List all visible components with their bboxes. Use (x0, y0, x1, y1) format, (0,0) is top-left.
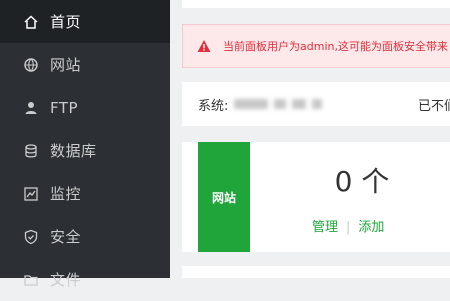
sidebar-item-label: 网站 (50, 56, 82, 74)
ftp-user-icon (22, 99, 40, 117)
redacted-system-name (234, 99, 269, 109)
system-status-text: 已不们 (418, 98, 450, 114)
security-warning-alert: 当前面板用户为admin,这可能为面板安全带来 (182, 24, 450, 68)
monitor-icon (22, 185, 40, 203)
sidebar-item-websites[interactable]: 网站 (0, 43, 170, 86)
sidebar-item-files[interactable]: 文件 (0, 258, 170, 301)
home-icon (22, 13, 40, 31)
redacted-system-name (274, 99, 287, 109)
website-count: 0 个 (334, 165, 390, 198)
sidebar-item-home[interactable]: 首页 (0, 0, 170, 43)
link-separator: | (346, 220, 351, 235)
sidebar-item-label: FTP (50, 98, 79, 117)
main-content: 当前面板用户为admin,这可能为面板安全带来 系统: 已不们 网站 0 个 管… (170, 0, 450, 278)
sidebar-item-label: 安全 (50, 228, 82, 246)
sidebar-item-label: 文件 (50, 271, 82, 289)
redacted-system-name (292, 99, 307, 109)
sidebar-item-label: 首页 (50, 13, 82, 31)
add-link[interactable]: 添加 (358, 220, 384, 235)
database-icon (22, 142, 40, 160)
warning-icon (197, 39, 211, 53)
sidebar-item-monitor[interactable]: 监控 (0, 172, 170, 215)
website-actions: 管理 | 添加 (312, 216, 384, 235)
system-info-card: 系统: 已不们 (182, 82, 450, 126)
shield-icon (22, 228, 40, 246)
sidebar-item-security[interactable]: 安全 (0, 215, 170, 258)
top-card-edge (182, 0, 450, 8)
website-badge: 网站 (198, 142, 250, 252)
folder-icon (22, 271, 40, 289)
system-label: 系统: (198, 98, 229, 114)
sidebar-item-label: 监控 (50, 185, 82, 203)
redacted-system-name (312, 99, 323, 109)
globe-icon (22, 56, 40, 74)
sidebar-item-ftp[interactable]: FTP (0, 86, 170, 129)
alert-text: 当前面板用户为admin,这可能为面板安全带来 (223, 40, 448, 53)
sidebar-item-label: 数据库 (50, 142, 97, 160)
website-stat-card: 网站 0 个 管理 | 添加 (182, 142, 450, 252)
next-card-edge (182, 266, 450, 278)
manage-link[interactable]: 管理 (312, 220, 338, 235)
sidebar-item-database[interactable]: 数据库 (0, 129, 170, 172)
sidebar: 首页 网站 FTP 数据库 监控 安全 文件 (0, 0, 170, 289)
